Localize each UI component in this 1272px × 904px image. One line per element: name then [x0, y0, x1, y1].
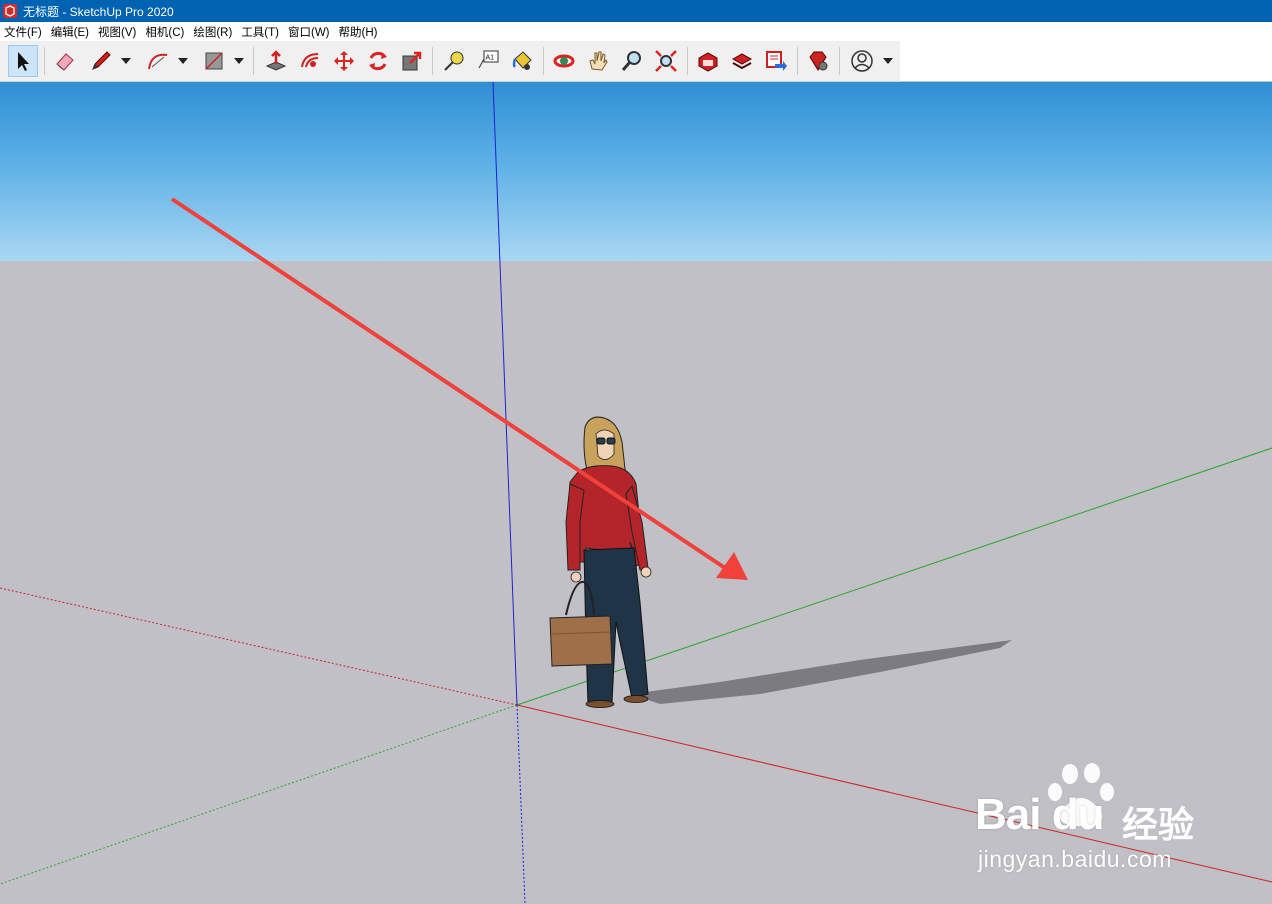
svg-text:A1: A1: [486, 55, 495, 62]
green-axis-negative: [0, 704, 518, 885]
scale-tool-button[interactable]: [397, 45, 427, 77]
menu-edit[interactable]: 编辑(E): [47, 24, 94, 40]
pencil-line-tool-icon: [92, 51, 111, 70]
pan-tool-button[interactable]: [583, 45, 613, 77]
menu-help[interactable]: 帮助(H): [335, 24, 383, 40]
pencil-tool-button[interactable]: [86, 45, 116, 77]
scale-tool-icon: [402, 51, 422, 71]
zoom-extents-tool-icon: [655, 50, 677, 72]
extension-manager-button[interactable]: [803, 45, 833, 77]
person-shadow: [630, 640, 1012, 704]
offset-tool-button[interactable]: [295, 45, 325, 77]
send-to-layout-icon: [766, 51, 787, 71]
text-tool-button[interactable]: A1: [473, 45, 503, 77]
extension-warehouse-icon: [731, 53, 753, 70]
select-tool-button[interactable]: [8, 45, 38, 77]
offset-tool-icon: [301, 53, 319, 68]
watermark-brand: Bai du: [975, 790, 1104, 839]
rectangle-tool-button[interactable]: [199, 45, 229, 77]
blue-axis-negative: [516, 704, 526, 904]
pencil-dropdown-icon[interactable]: [120, 55, 132, 67]
3d-warehouse-button[interactable]: [693, 45, 723, 77]
send-to-layout-button[interactable]: [761, 45, 791, 77]
zoom-tool-icon: [621, 51, 641, 71]
arc-tool-button[interactable]: [143, 45, 173, 77]
orbit-tool-button[interactable]: [549, 45, 579, 77]
arc-dropdown-icon[interactable]: [177, 55, 189, 67]
push-pull-tool-button[interactable]: [261, 45, 291, 77]
window-titlebar: 无标题 - SketchUp Pro 2020: [0, 0, 1272, 22]
extension-manager-icon: [809, 51, 828, 71]
toolbar-empty-area: [900, 41, 1272, 81]
zoom-extents-tool-button[interactable]: [651, 45, 681, 77]
user-account-dropdown-icon[interactable]: [882, 55, 894, 67]
rectangle-dropdown-icon[interactable]: [233, 55, 245, 67]
sketchup-logo-icon: [3, 4, 17, 18]
menu-file[interactable]: 文件(F): [0, 24, 47, 40]
eraser-tool-icon: [56, 53, 74, 71]
tape-measure-tool-button[interactable]: [439, 45, 469, 77]
rotate-tool-icon: [369, 51, 387, 71]
annotation-arrow-line: [170, 197, 730, 572]
menu-draw[interactable]: 绘图(R): [189, 24, 237, 40]
eraser-tool-button[interactable]: [50, 45, 80, 77]
watermark-url: jingyan.baidu.com: [978, 846, 1172, 872]
tape-measure-tool-icon: [444, 51, 464, 71]
push-pull-tool-icon: [265, 50, 287, 71]
3d-warehouse-icon: [698, 52, 718, 72]
paint-bucket-tool-button[interactable]: [507, 45, 537, 77]
move-tool-button[interactable]: [329, 45, 359, 77]
user-account-button[interactable]: [847, 45, 877, 77]
paint-bucket-tool-icon: [512, 51, 532, 70]
rotate-tool-button[interactable]: [363, 45, 393, 77]
menu-tools[interactable]: 工具(T): [237, 24, 284, 40]
select-tool-icon: [18, 52, 29, 71]
extension-warehouse-button[interactable]: [727, 45, 757, 77]
arc-tool-icon: [148, 53, 168, 70]
text-tool-icon: A1: [478, 50, 499, 69]
menu-bar: 文件(F) 编辑(E) 视图(V) 相机(C) 绘图(R) 工具(T) 窗口(W…: [0, 22, 1272, 41]
zoom-tool-button[interactable]: [617, 45, 647, 77]
pan-tool-icon: [589, 51, 608, 71]
menu-window[interactable]: 窗口(W): [284, 24, 335, 40]
red-axis-negative: [0, 587, 518, 706]
watermark-suffix: 经验: [1122, 804, 1195, 845]
orbit-tool-icon: [553, 54, 575, 68]
user-account-icon: [851, 50, 873, 72]
rectangle-tool-icon: [205, 52, 223, 70]
menu-view[interactable]: 视图(V): [94, 24, 141, 40]
blue-axis-positive: [492, 82, 518, 706]
window-title: 无标题 - SketchUp Pro 2020: [23, 4, 174, 19]
menu-camera[interactable]: 相机(C): [141, 24, 189, 40]
main-toolbar: A1: [0, 41, 900, 82]
move-tool-icon: [334, 51, 354, 71]
